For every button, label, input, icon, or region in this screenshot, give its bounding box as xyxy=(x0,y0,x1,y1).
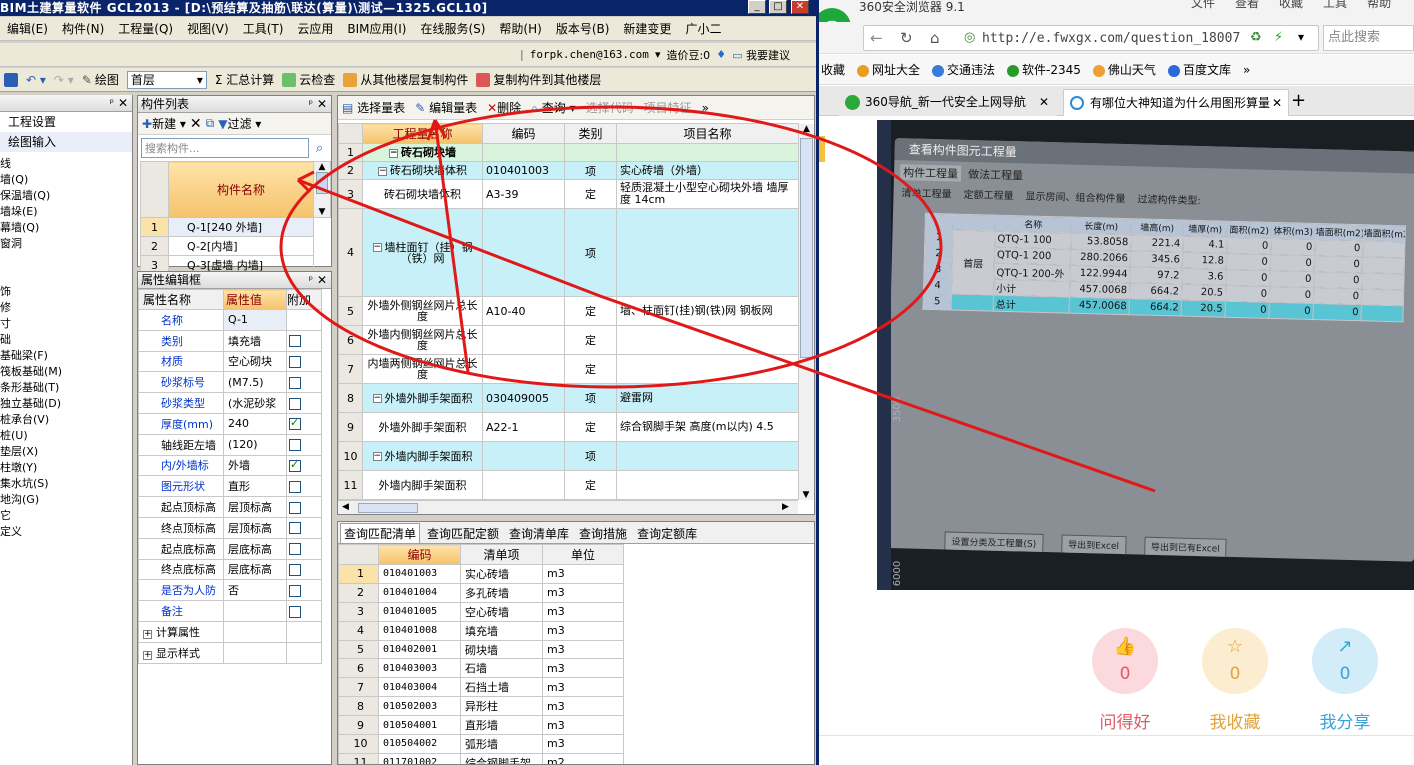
annotation-overlay xyxy=(279,105,1156,493)
annotation-ellipse xyxy=(279,105,943,389)
annotation-arrow xyxy=(297,178,1156,493)
annotation-arrow xyxy=(426,119,470,373)
